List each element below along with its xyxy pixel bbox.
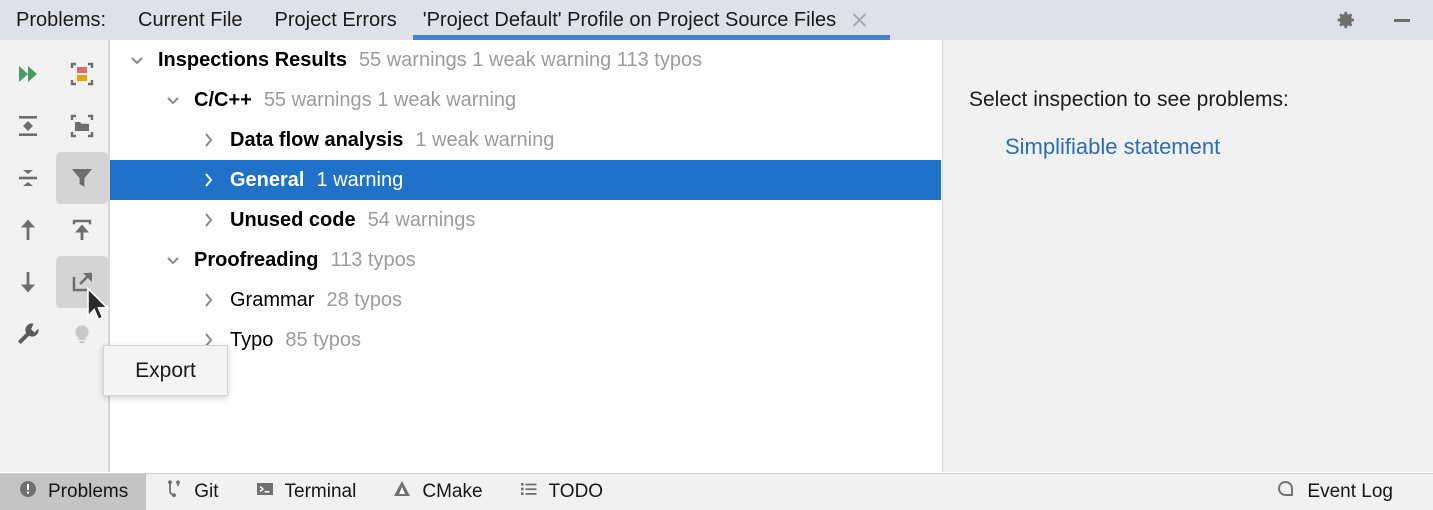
- toolbar-row: [0, 48, 108, 100]
- inspection-details-panel: Select inspection to see problems: Simpl…: [942, 40, 1433, 472]
- status-bar: Problems Git Terminal CMake TODO Event L…: [0, 473, 1433, 510]
- toolbar-row: [0, 100, 108, 152]
- status-tab-git[interactable]: Git: [146, 474, 236, 510]
- tree-node-count: 1 weak warning: [415, 128, 555, 151]
- tool-window-label: Problems:: [0, 0, 122, 40]
- gear-icon[interactable]: [1333, 7, 1359, 33]
- terminal-icon: [255, 479, 275, 505]
- export-tooltip-label: Export: [135, 358, 196, 382]
- tree-row-general[interactable]: General 1 warning: [110, 160, 941, 200]
- tab-current-file[interactable]: Current File: [122, 0, 258, 40]
- tab-bar-controls: [1333, 7, 1433, 33]
- git-branch-icon: [164, 479, 184, 505]
- tab-project-default-profile-label: 'Project Default' Profile on Project Sou…: [422, 8, 837, 31]
- status-tab-cmake-label: CMake: [422, 481, 483, 502]
- chevron-down-icon[interactable]: [162, 249, 184, 271]
- chevron-right-icon[interactable]: [198, 169, 220, 191]
- tab-project-errors[interactable]: Project Errors: [259, 0, 413, 40]
- tab-current-file-label: Current File: [138, 8, 243, 31]
- expand-all-icon[interactable]: [2, 100, 54, 152]
- next-problem-icon[interactable]: [2, 256, 54, 308]
- chevron-down-icon[interactable]: [162, 89, 184, 111]
- filter-icon[interactable]: [56, 152, 108, 204]
- tree-node-label: Grammar: [230, 288, 315, 311]
- mouse-cursor: [86, 286, 112, 330]
- toolbar-row: [0, 204, 108, 256]
- tree-node-count: 54 warnings: [367, 208, 476, 231]
- collapse-all-icon[interactable]: [56, 100, 108, 152]
- rerun-icon[interactable]: [2, 48, 54, 100]
- previous-problem-icon[interactable]: [2, 204, 54, 256]
- inspection-toolbar: [0, 40, 109, 472]
- tree-node-label: Unused code: [230, 208, 356, 231]
- toolbar-row: [0, 152, 108, 204]
- inspection-results-tree[interactable]: Inspections Results 55 warnings 1 weak w…: [110, 40, 941, 472]
- status-tab-todo[interactable]: TODO: [501, 474, 622, 510]
- status-event-log[interactable]: Event Log: [1257, 474, 1411, 510]
- tree-node-label: Inspections Results: [158, 48, 347, 71]
- close-icon[interactable]: [850, 11, 868, 29]
- status-tab-cmake[interactable]: CMake: [374, 474, 500, 510]
- chevron-down-icon[interactable]: [126, 49, 148, 71]
- tree-row-grammar[interactable]: Grammar 28 typos: [110, 280, 941, 320]
- tree-node-label: C/C++: [194, 88, 252, 111]
- chevron-right-icon[interactable]: [198, 209, 220, 231]
- tree-node-count: 28 typos: [326, 288, 403, 311]
- details-prompt: Select inspection to see problems:: [969, 88, 1289, 111]
- tree-row-unused-code[interactable]: Unused code 54 warnings: [110, 200, 941, 240]
- event-log-icon: [1275, 478, 1297, 506]
- tree-node-count: 85 typos: [285, 328, 361, 351]
- status-tab-terminal-label: Terminal: [284, 481, 357, 502]
- tree-node-label: Data flow analysis: [230, 128, 404, 151]
- tree-row-typo[interactable]: Typo 85 typos: [110, 320, 941, 360]
- settings-wrench-icon[interactable]: [2, 308, 54, 360]
- export-tooltip: Export: [103, 345, 228, 396]
- apply-fix-icon[interactable]: [56, 204, 108, 256]
- tree-row-inspections-results[interactable]: Inspections Results 55 warnings 1 weak w…: [110, 40, 941, 80]
- status-event-log-label: Event Log: [1307, 481, 1393, 502]
- tree-node-label: General: [230, 168, 305, 191]
- tab-project-default-profile[interactable]: 'Project Default' Profile on Project Sou…: [412, 0, 891, 40]
- tree-node-count: 55 warnings 1 weak warning: [263, 88, 517, 111]
- todo-list-icon: [519, 479, 539, 505]
- chevron-right-icon[interactable]: [198, 129, 220, 151]
- problems-tool-window: Problems: Current File Project Errors 'P…: [0, 0, 1433, 510]
- inspection-link[interactable]: Simplifiable statement: [1005, 134, 1433, 160]
- tree-node-count: 55 warnings 1 weak warning 113 typos: [358, 48, 703, 71]
- tree-node-label: Typo: [230, 328, 274, 351]
- problems-icon: [18, 479, 38, 505]
- collapse-groups-icon[interactable]: [56, 48, 108, 100]
- status-tab-todo-label: TODO: [548, 481, 604, 502]
- chevron-right-icon[interactable]: [198, 289, 220, 311]
- tree-node-count: 113 typos: [330, 248, 416, 271]
- collapse-nodes-icon[interactable]: [2, 152, 54, 204]
- tree-node-count: 1 warning: [316, 168, 404, 191]
- tool-window-label-text: Problems:: [16, 8, 107, 31]
- status-tab-problems-label: Problems: [48, 481, 129, 502]
- status-tab-problems[interactable]: Problems: [0, 473, 147, 510]
- minimize-icon[interactable]: [1389, 7, 1415, 33]
- tree-row-c-cpp[interactable]: C/C++ 55 warnings 1 weak warning: [110, 80, 941, 120]
- tab-project-errors-label: Project Errors: [274, 8, 397, 31]
- cmake-icon: [392, 479, 412, 505]
- tree-node-label: Proofreading: [194, 248, 319, 271]
- tree-row-data-flow-analysis[interactable]: Data flow analysis 1 weak warning: [110, 120, 941, 160]
- status-bar-right: Event Log: [1257, 474, 1433, 510]
- tree-row-proofreading[interactable]: Proofreading 113 typos: [110, 240, 941, 280]
- status-tab-terminal[interactable]: Terminal: [237, 474, 375, 510]
- tab-bar: Problems: Current File Project Errors 'P…: [0, 0, 1433, 40]
- status-tab-git-label: Git: [194, 481, 219, 502]
